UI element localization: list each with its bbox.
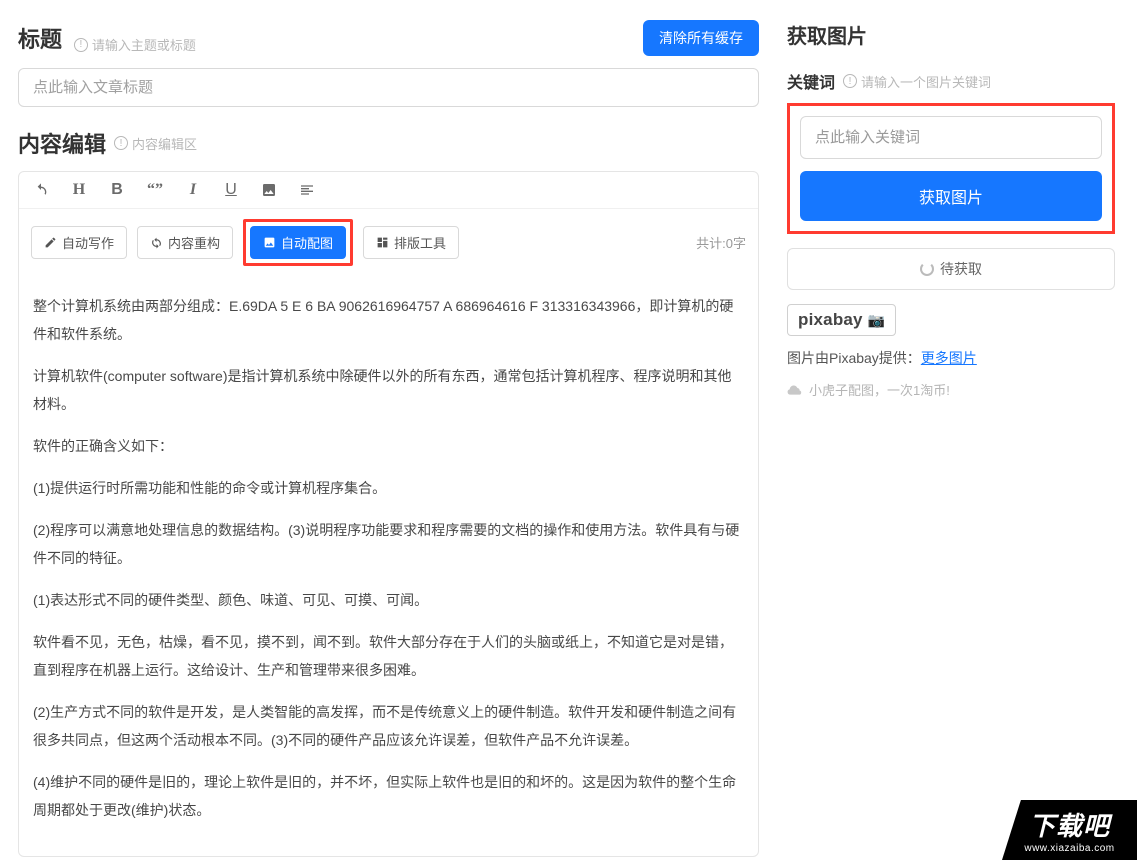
image-icon[interactable] <box>259 180 279 200</box>
format-toolbar: H B “” I U <box>19 172 758 209</box>
title-section-label: 标题 <box>18 27 62 52</box>
restructure-button[interactable]: 内容重构 <box>137 226 233 259</box>
provided-by-line: 图片由Pixabay提供：更多图片 <box>787 348 1115 368</box>
footer-note: 小虎子配图，一次1淘币! <box>787 380 1115 399</box>
content-paragraph: 整个计算机系统由两部分组成：E.69DA 5 E 6 BA 9062616964… <box>33 292 744 348</box>
info-icon: ! <box>114 136 128 150</box>
title-hint-text: 请输入主题或标题 <box>92 35 196 54</box>
underline-icon[interactable]: U <box>221 180 241 200</box>
content-paragraph: (2)程序可以满意地处理信息的数据结构。(3)说明程序功能要求和程序需要的文档的… <box>33 516 744 572</box>
bold-icon[interactable]: B <box>107 180 127 200</box>
editor-content[interactable]: 整个计算机系统由两部分组成：E.69DA 5 E 6 BA 9062616964… <box>19 276 758 856</box>
pending-button[interactable]: 待获取 <box>787 248 1115 290</box>
content-paragraph: (4)维护不同的硬件是旧的，理论上软件是旧的，并不坏，但实际上软件也是旧的和坏的… <box>33 768 744 824</box>
pixabay-logo: pixabay 📷 <box>787 304 896 336</box>
word-count: 共计:0字 <box>696 233 746 252</box>
pending-label: 待获取 <box>940 259 982 279</box>
content-paragraph: (1)提供运行时所需功能和性能的命令或计算机程序集合。 <box>33 474 744 502</box>
align-icon[interactable] <box>297 180 317 200</box>
more-images-link[interactable]: 更多图片 <box>921 350 977 366</box>
pixabay-text: pixabay <box>798 310 863 329</box>
keyword-input[interactable] <box>800 116 1102 159</box>
undo-icon[interactable] <box>31 180 51 200</box>
keyword-label: 关键词 <box>787 69 835 93</box>
content-paragraph: 软件看不见，无色，枯燥，看不见，摸不到，闻不到。软件大部分存在于人们的头脑或纸上… <box>33 628 744 684</box>
provided-prefix: 图片由Pixabay提供： <box>787 350 921 366</box>
content-hint-text: 内容编辑区 <box>132 134 197 153</box>
content-section-label: 内容编辑 <box>18 127 106 159</box>
camera-icon: 📷 <box>868 312 886 328</box>
watermark: 下载吧 www.xiazaiba.com <box>1002 800 1137 860</box>
footer-note-text: 小虎子配图，一次1淘币! <box>809 380 950 399</box>
content-hint: ! 内容编辑区 <box>114 134 197 153</box>
clear-cache-button[interactable]: 清除所有缓存 <box>643 20 759 56</box>
italic-icon[interactable]: I <box>183 180 203 200</box>
watermark-small: www.xiazaiba.com <box>1024 843 1114 854</box>
sidebar-title: 获取图片 <box>787 20 1115 49</box>
watermark-big: 下载吧 <box>1029 806 1110 843</box>
content-paragraph: (2)生产方式不同的软件是开发，是人类智能的高发挥，而不是传统意义上的硬件制造。… <box>33 698 744 754</box>
layout-tool-label: 排版工具 <box>394 233 446 252</box>
editor-box: H B “” I U 自动写作 内容重构 <box>18 171 759 857</box>
highlight-auto-image: 自动配图 <box>243 219 353 266</box>
action-toolbar: 自动写作 内容重构 自动配图 排版工具 共计:0字 <box>19 209 758 276</box>
cloud-icon <box>787 384 803 396</box>
spinner-icon <box>920 262 934 276</box>
restructure-label: 内容重构 <box>168 233 220 252</box>
content-paragraph: (1)表达形式不同的硬件类型、颜色、味道、可见、可摸、可闻。 <box>33 586 744 614</box>
fetch-image-button[interactable]: 获取图片 <box>800 171 1102 221</box>
quote-icon[interactable]: “” <box>145 180 165 200</box>
auto-write-button[interactable]: 自动写作 <box>31 226 127 259</box>
info-icon: ! <box>843 74 857 88</box>
content-paragraph: 计算机软件(computer software)是指计算机系统中除硬件以外的所有… <box>33 362 744 418</box>
info-icon: ! <box>74 38 88 52</box>
content-paragraph: 软件的正确含义如下： <box>33 432 744 460</box>
auto-image-label: 自动配图 <box>281 233 333 252</box>
layout-tool-button[interactable]: 排版工具 <box>363 226 459 259</box>
auto-write-label: 自动写作 <box>62 233 114 252</box>
heading-icon[interactable]: H <box>69 180 89 200</box>
keyword-hint-text: 请输入一个图片关键词 <box>861 72 991 91</box>
article-title-input[interactable] <box>18 68 759 107</box>
auto-image-button[interactable]: 自动配图 <box>250 226 346 259</box>
title-hint: ! 请输入主题或标题 <box>74 35 196 54</box>
keyword-hint: ! 请输入一个图片关键词 <box>843 72 991 91</box>
highlight-keyword-box: 获取图片 <box>787 103 1115 234</box>
